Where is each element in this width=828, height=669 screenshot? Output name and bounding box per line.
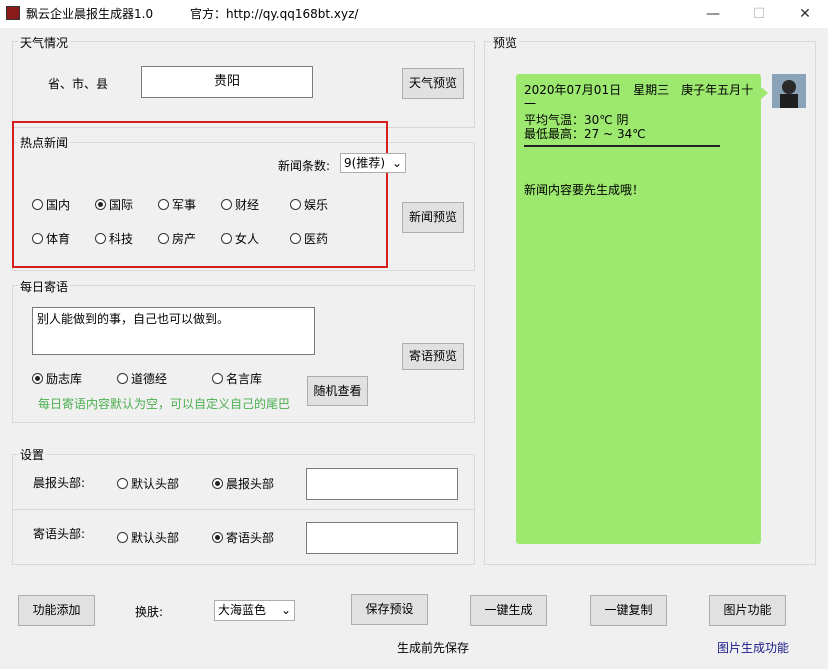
radio-icon: [32, 232, 43, 244]
daily-source-label: 道德经: [131, 371, 168, 386]
app-icon: [6, 6, 20, 20]
quote-header-option-label: 默认头部: [131, 530, 180, 545]
news-radio-label: 军事: [172, 197, 197, 212]
news-radio-label: 国际: [109, 197, 134, 212]
news-radio-4[interactable]: 娱乐: [290, 196, 328, 212]
chevron-down-icon: ⌄: [280, 603, 291, 617]
morning-header-input[interactable]: [306, 468, 458, 500]
news-radio-label: 医药: [304, 231, 329, 246]
chevron-down-icon: ⌄: [391, 156, 402, 170]
news-count-select[interactable]: 9(推荐) ⌄: [340, 153, 406, 173]
news-radio-5[interactable]: 体育: [32, 230, 70, 246]
news-radio-label: 房产: [172, 231, 197, 246]
skin-label: 换肤:: [135, 605, 164, 619]
news-radio-1[interactable]: 国际: [95, 196, 133, 212]
radio-icon: [117, 531, 128, 543]
morning-header-option-label: 晨报头部: [226, 476, 275, 491]
news-radio-label: 女人: [235, 231, 260, 246]
avatar: [772, 74, 806, 108]
daily-source-label: 名言库: [226, 371, 263, 386]
save-preset-button[interactable]: 保存预设: [351, 594, 428, 625]
daily-group-label: 每日寄语: [18, 278, 71, 295]
bubble-tail: [761, 87, 768, 99]
minimize-icon[interactable]: —: [690, 0, 736, 28]
morning-header-label: 晨报头部:: [33, 476, 86, 490]
quote-header-input[interactable]: [306, 522, 458, 554]
image-feature-button[interactable]: 图片功能: [709, 595, 786, 626]
news-radio-label: 国内: [46, 197, 71, 212]
weather-group-label: 天气情况: [18, 34, 71, 51]
morning-header-radio-1[interactable]: 晨报头部: [212, 475, 274, 491]
radio-icon: [221, 232, 232, 244]
radio-icon: [95, 232, 106, 244]
weather-preview-button[interactable]: 天气预览: [402, 68, 464, 99]
image-generate-link[interactable]: 图片生成功能: [717, 639, 789, 656]
news-preview-button[interactable]: 新闻预览: [402, 202, 464, 233]
skin-select[interactable]: 大海蓝色 ⌄: [214, 600, 295, 621]
morning-header-radio-0[interactable]: 默认头部: [117, 475, 179, 491]
daily-source-label: 励志库: [46, 371, 83, 386]
news-radio-8[interactable]: 女人: [221, 230, 259, 246]
settings-divider: [12, 509, 475, 510]
radio-checked-icon: [32, 372, 43, 384]
add-feature-button[interactable]: 功能添加: [18, 595, 95, 626]
daily-hint: 每日寄语内容默认为空，可以自定义自己的尾巴: [38, 397, 291, 411]
quote-header-radio-1[interactable]: 寄语头部: [212, 529, 274, 545]
news-radio-2[interactable]: 军事: [158, 196, 196, 212]
news-count-label: 新闻条数:: [278, 159, 331, 173]
news-radio-label: 财经: [235, 197, 260, 212]
skin-value: 大海蓝色: [218, 603, 267, 617]
radio-icon: [32, 198, 43, 210]
generate-button[interactable]: 一键生成: [470, 595, 547, 626]
window-title: 飘云企业晨报生成器1.0: [26, 7, 154, 21]
radio-checked-icon: [212, 477, 223, 489]
preview-group-label: 预览: [491, 34, 520, 51]
radio-checked-icon: [95, 198, 106, 210]
radio-icon: [158, 198, 169, 210]
radio-icon: [290, 232, 301, 244]
morning-header-option-label: 默认头部: [131, 476, 180, 491]
radio-icon: [290, 198, 301, 210]
quote-header-label: 寄语头部:: [33, 527, 86, 541]
daily-source-radio-0[interactable]: 励志库: [32, 370, 82, 386]
random-view-button[interactable]: 随机查看: [307, 376, 368, 406]
daily-source-radio-1[interactable]: 道德经: [117, 370, 167, 386]
news-radio-9[interactable]: 医药: [290, 230, 328, 246]
news-radio-3[interactable]: 财经: [221, 196, 259, 212]
close-icon[interactable]: ✕: [782, 0, 828, 28]
save-note: 生成前先保存: [397, 641, 470, 655]
radio-icon: [117, 477, 128, 489]
news-radio-label: 体育: [46, 231, 71, 246]
settings-group-label: 设置: [18, 446, 47, 463]
daily-quote-textarea[interactable]: 别人能做到的事，自己也可以做到。: [32, 307, 315, 355]
location-input[interactable]: 贵阳: [141, 66, 313, 98]
preview-news-placeholder: 新闻内容要先生成哦！: [524, 183, 645, 197]
news-radio-label: 娱乐: [304, 197, 329, 212]
news-radio-0[interactable]: 国内: [32, 196, 70, 212]
news-radio-7[interactable]: 房产: [158, 230, 196, 246]
news-radio-label: 科技: [109, 231, 134, 246]
radio-checked-icon: [212, 531, 223, 543]
radio-icon: [221, 198, 232, 210]
copy-button[interactable]: 一键复制: [590, 595, 667, 626]
daily-preview-button[interactable]: 寄语预览: [402, 343, 464, 370]
location-label: 省、市、县: [48, 77, 109, 91]
preview-min-max: 最低最高：27 ~ 34℃: [524, 127, 646, 141]
preview-date-line: 2020年07月01日 星期三 庚子年五月十一: [524, 83, 754, 111]
official-url: 官方：http://qy.qq168bt.xyz/: [190, 7, 359, 21]
preview-divider: [524, 145, 720, 147]
news-radio-6[interactable]: 科技: [95, 230, 133, 246]
radio-icon: [158, 232, 169, 244]
quote-header-radio-0[interactable]: 默认头部: [117, 529, 179, 545]
news-count-value: 9(推荐): [344, 156, 385, 170]
quote-header-option-label: 寄语头部: [226, 530, 275, 545]
daily-source-radio-2[interactable]: 名言库: [212, 370, 262, 386]
radio-icon: [117, 372, 128, 384]
radio-icon: [212, 372, 223, 384]
maximize-icon[interactable]: ☐: [736, 0, 782, 28]
avatar-icon: [772, 74, 806, 108]
